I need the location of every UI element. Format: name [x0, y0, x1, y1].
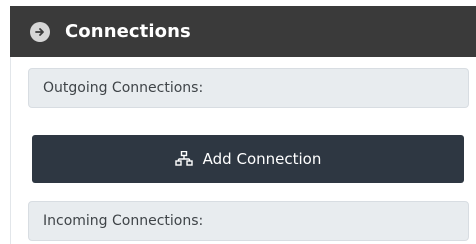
arrow-right-circle-icon	[30, 21, 50, 42]
network-icon	[174, 151, 193, 167]
panel-title: Connections	[65, 21, 191, 42]
incoming-connections-label: Incoming Connections:	[43, 213, 204, 229]
incoming-connections-section: Incoming Connections:	[28, 201, 469, 241]
outgoing-connections-label: Outgoing Connections:	[43, 80, 204, 96]
add-connection-label: Add Connection	[202, 150, 322, 168]
connections-panel: Connections Outgoing Connections: Add Co…	[0, 0, 476, 244]
add-connection-button[interactable]: Add Connection	[32, 135, 464, 183]
panel-header: Connections	[10, 6, 476, 57]
outgoing-connections-section: Outgoing Connections:	[28, 68, 469, 108]
